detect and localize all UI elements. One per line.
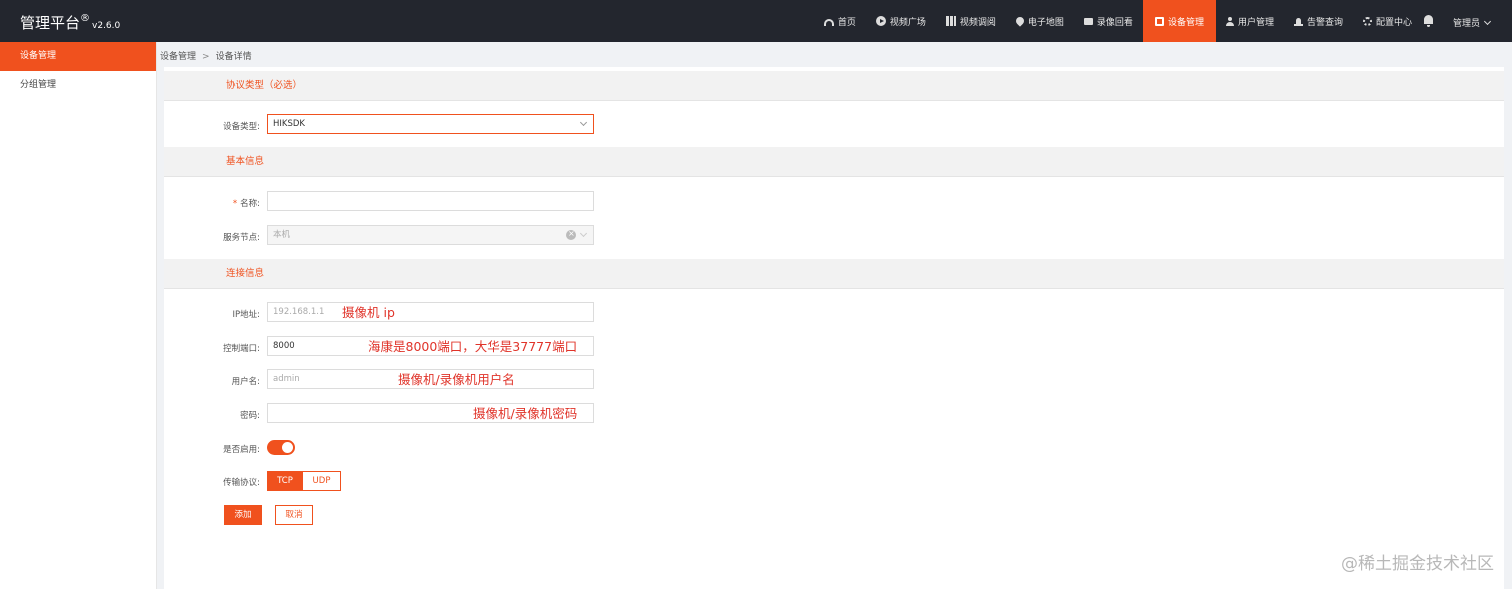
port-annotation: 海康是8000端口，大华是37777端口 <box>368 339 578 354</box>
ip-annotation: 摄像机 ip <box>342 305 395 320</box>
nav-label: 配置中心 <box>1375 17 1412 28</box>
username-annotation: 摄像机/录像机用户名 <box>398 372 515 387</box>
play-circle-icon <box>875 16 886 26</box>
name-label-text: 名称: <box>240 199 260 209</box>
transport-option-tcp[interactable]: TCP <box>267 471 303 491</box>
transport-label: 传输协议: <box>223 478 260 488</box>
breadcrumb-current: 设备详情 <box>215 52 252 62</box>
sidebar-item-device-management[interactable]: 设备管理 <box>0 42 156 71</box>
device-type-label: 设备类型: <box>223 122 260 132</box>
nav-item-video-browse[interactable]: 视频调阅 <box>936 0 1006 42</box>
service-node-select: 本机 <box>267 225 594 245</box>
breadcrumb-root[interactable]: 设备管理 <box>160 52 196 62</box>
app-version: v2.6.0 <box>92 21 121 31</box>
chevron-down-icon <box>1483 17 1492 26</box>
nav-item-config-center[interactable]: 配置中心 <box>1353 0 1422 42</box>
nav-item-playback[interactable]: 录像回看 <box>1074 0 1143 42</box>
map-pin-icon <box>1014 15 1026 27</box>
nav-label: 首页 <box>837 17 856 28</box>
nav-item-video-square[interactable]: 视频广场 <box>866 0 936 42</box>
clear-icon <box>566 225 576 243</box>
service-node-value: 本机 <box>273 230 291 240</box>
nav-label: 视频广场 <box>889 17 926 28</box>
dashboard-icon <box>823 19 834 26</box>
user-icon <box>1225 16 1234 26</box>
nav-label: 用户管理 <box>1237 17 1274 28</box>
transport-protocol-group: TCP UDP <box>267 471 341 491</box>
ip-input[interactable]: 192.168.1.1 <box>267 302 594 322</box>
user-menu[interactable]: 管理员 <box>1452 16 1492 29</box>
nav-label: 录像回看 <box>1096 17 1133 28</box>
main-nav: 首页 视频广场 视频调阅 电子地图 录像回看 设备管理 用户管理 告警查询 配置… <box>814 0 1422 42</box>
video-camera-icon <box>1083 17 1093 25</box>
user-name: 管理员 <box>1452 19 1480 29</box>
service-node-label: 服务节点: <box>223 233 260 243</box>
alarm-icon <box>1293 17 1303 26</box>
cancel-button[interactable]: 取消 <box>275 505 313 525</box>
password-label: 密码: <box>240 411 260 421</box>
bell-icon[interactable] <box>1423 15 1434 27</box>
add-button[interactable]: 添加 <box>224 505 262 525</box>
nav-item-device-management[interactable]: 设备管理 <box>1142 0 1216 42</box>
nav-item-home[interactable]: 首页 <box>814 0 866 42</box>
app-brand[interactable]: 管理平台®v2.6.0 <box>20 12 120 33</box>
breadcrumb-separator: > <box>202 52 210 62</box>
name-label: * 名称: <box>164 197 260 209</box>
name-input[interactable] <box>267 191 594 211</box>
watermark: @稀土掘金技术社区 <box>1341 554 1494 574</box>
section-protocol-title: 协议类型（必选） <box>164 71 1504 101</box>
grid-icon <box>945 16 956 26</box>
chevron-down-icon <box>579 229 588 238</box>
enabled-label: 是否启用: <box>223 445 260 455</box>
password-annotation: 摄像机/录像机密码 <box>473 406 578 421</box>
sidebar: 设备管理 分组管理 <box>0 42 157 589</box>
top-bar: 管理平台®v2.6.0 首页 视频广场 视频调阅 电子地图 录像回看 设备管理 … <box>0 0 1512 42</box>
nav-label: 设备管理 <box>1167 17 1204 28</box>
ip-label: IP地址: <box>232 310 261 320</box>
breadcrumb: 设备管理 > 设备详情 <box>160 49 252 62</box>
nav-item-map[interactable]: 电子地图 <box>1006 0 1074 42</box>
enabled-toggle[interactable] <box>267 440 295 455</box>
section-basic-title: 基本信息 <box>164 147 1504 177</box>
required-mark: * <box>232 199 238 209</box>
nav-label: 告警查询 <box>1306 17 1343 28</box>
nav-item-user-management[interactable]: 用户管理 <box>1216 0 1284 42</box>
app-title: 管理平台 <box>20 14 81 32</box>
username-label: 用户名: <box>231 377 260 387</box>
transport-option-udp[interactable]: UDP <box>303 471 341 491</box>
device-form: 协议类型（必选） 设备类型: HIKSDK 基本信息 * 名称: 服务节点: 本机… <box>164 67 1504 589</box>
nav-label: 电子地图 <box>1027 17 1064 28</box>
port-label: 控制端口: <box>223 344 260 354</box>
nav-item-alarm-query[interactable]: 告警查询 <box>1284 0 1353 42</box>
nav-label: 视频调阅 <box>959 17 996 28</box>
gear-icon <box>1362 16 1372 26</box>
device-type-value: HIKSDK <box>273 119 305 129</box>
registered-mark: ® <box>80 13 91 24</box>
sidebar-item-group-management[interactable]: 分组管理 <box>0 71 156 100</box>
chevron-down-icon <box>579 118 588 127</box>
device-icon <box>1154 16 1164 26</box>
section-connection-title: 连接信息 <box>164 259 1504 289</box>
device-type-select[interactable]: HIKSDK <box>267 114 594 134</box>
